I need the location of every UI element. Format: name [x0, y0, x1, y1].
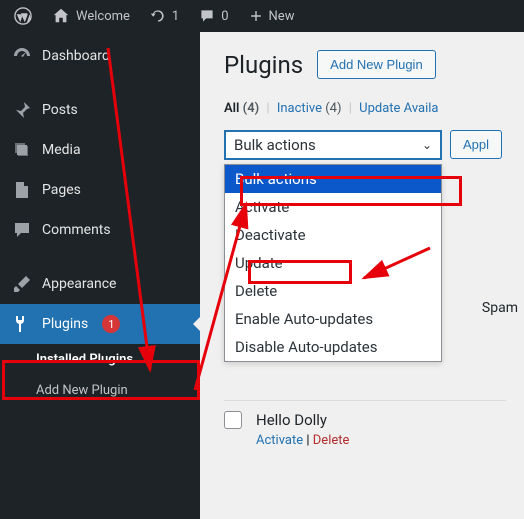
menu-label: Plugins [42, 316, 88, 332]
apply-button[interactable]: Appl [450, 130, 502, 159]
plugin-checkbox[interactable] [224, 411, 242, 429]
sidebar-item-comments[interactable]: Comments [0, 210, 200, 250]
plugin-activate-link[interactable]: Activate [256, 433, 303, 448]
menu-label: Dashboard [42, 48, 110, 64]
home-icon [52, 7, 70, 25]
new-label: New [269, 9, 295, 24]
bulk-option-update[interactable]: Update [225, 249, 441, 277]
comment-icon [199, 8, 215, 24]
admin-bar: Welcome 1 0 New [0, 0, 524, 32]
bulk-actions-dropdown: Bulk actions Activate Deactivate Update … [224, 164, 442, 362]
page-title: Plugins [224, 51, 303, 79]
brush-icon [12, 274, 32, 294]
filter-links: All (4) | Inactive (4) | Update Availa [224, 101, 506, 116]
plus-icon [249, 9, 263, 23]
welcome-label: Welcome [76, 9, 130, 24]
bulk-actions-select[interactable]: Bulk actions ⌄ [224, 130, 442, 160]
bulk-selected: Bulk actions [234, 136, 316, 154]
bulk-option-disable-auto[interactable]: Disable Auto-updates [225, 333, 441, 361]
menu-label: Posts [42, 102, 78, 118]
admin-sidebar: Dashboard Posts Media Pages Comments App… [0, 32, 200, 519]
plugins-submenu: Installed Plugins Add New Plugin [0, 344, 200, 406]
menu-label: Appearance [42, 276, 116, 292]
submenu-installed-plugins[interactable]: Installed Plugins [0, 344, 200, 375]
sidebar-item-pages[interactable]: Pages [0, 170, 200, 210]
menu-label: Comments [42, 222, 111, 238]
spam-label: Spam [482, 300, 518, 316]
updates-count: 1 [172, 9, 179, 24]
plugin-name: Hello Dolly [256, 411, 349, 429]
wordpress-icon [14, 7, 32, 25]
comments-link[interactable]: 0 [191, 8, 236, 24]
sidebar-item-media[interactable]: Media [0, 130, 200, 170]
media-icon [12, 140, 32, 160]
pin-icon [12, 100, 32, 120]
page-icon [12, 180, 32, 200]
menu-label: Media [42, 142, 81, 158]
updates-link[interactable]: 1 [142, 8, 187, 24]
bulk-option-enable-auto[interactable]: Enable Auto-updates [225, 305, 441, 333]
comment-icon [12, 220, 32, 240]
add-new-plugin-button[interactable]: Add New Plugin [317, 50, 436, 79]
bulk-option-bulk-actions[interactable]: Bulk actions [225, 165, 441, 193]
sidebar-item-dashboard[interactable]: Dashboard [0, 36, 200, 76]
update-badge: 1 [102, 315, 120, 333]
wp-logo[interactable] [6, 7, 40, 25]
dashboard-icon [12, 46, 32, 66]
filter-update-available[interactable]: Update Availa [359, 101, 438, 116]
plugin-delete-link[interactable]: Delete [313, 433, 350, 448]
chevron-down-icon: ⌄ [422, 138, 432, 152]
site-home[interactable]: Welcome [44, 7, 138, 25]
filter-inactive[interactable]: Inactive (4) [277, 101, 342, 116]
menu-label: Pages [42, 182, 81, 198]
sidebar-item-plugins[interactable]: Plugins 1 [0, 304, 200, 344]
bulk-option-deactivate[interactable]: Deactivate [225, 221, 441, 249]
sidebar-item-posts[interactable]: Posts [0, 90, 200, 130]
plugin-row: Hello Dolly Activate | Delete [224, 400, 506, 458]
plugin-icon [12, 314, 32, 334]
bulk-option-activate[interactable]: Activate [225, 193, 441, 221]
new-content[interactable]: New [241, 9, 303, 24]
refresh-icon [150, 8, 166, 24]
content-area: Plugins Add New Plugin All (4) | Inactiv… [200, 32, 524, 519]
sidebar-item-appearance[interactable]: Appearance [0, 264, 200, 304]
comments-count: 0 [221, 9, 228, 24]
submenu-add-new-plugin[interactable]: Add New Plugin [0, 375, 200, 406]
filter-all[interactable]: All (4) [224, 101, 259, 116]
bulk-option-delete[interactable]: Delete [225, 277, 441, 305]
